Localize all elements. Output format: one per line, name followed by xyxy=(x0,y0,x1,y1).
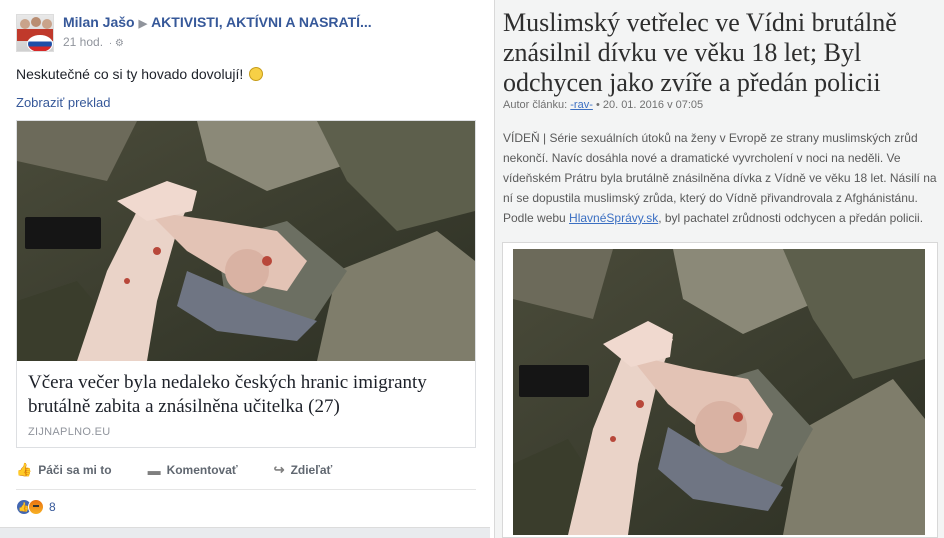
post-actions: 👍 Páči sa mi to ▬ Komentovať ↪ Zdieľať xyxy=(16,462,476,478)
link-domain: ZIJNAPLNO.EU xyxy=(28,426,111,438)
link-title[interactable]: Včera večer byla nedaleko českých hranic… xyxy=(28,371,464,419)
comment-label: Komentovať xyxy=(166,463,238,477)
censor-bar xyxy=(519,365,589,397)
post-title-line: Milan Jašo ▶ AKTIVISTI, AKTÍVNI A NASRATÍ.… xyxy=(63,14,372,30)
author-label: Autor článku: xyxy=(503,99,568,111)
post-time-line: 21 hod. · ⚙ xyxy=(63,35,372,49)
author-name[interactable]: Milan Jašo xyxy=(63,14,135,30)
divider xyxy=(16,489,476,490)
reactions-summary[interactable]: 👍 8 xyxy=(16,499,56,515)
post-timestamp[interactable]: 21 hod. xyxy=(63,35,103,49)
article-meta: Autor článku: -rav- • 20. 01. 2016 v 07:… xyxy=(503,99,703,111)
reactions-count: 8 xyxy=(49,500,56,514)
article-body: VÍDEŇ | Série sexuálních útoků na ženy v… xyxy=(503,128,939,228)
like-button[interactable]: 👍 Páči sa mi to xyxy=(16,462,112,478)
comment-icon: ▬ xyxy=(147,462,161,478)
censor-bar xyxy=(25,217,101,249)
angry-reaction-icon xyxy=(28,499,44,515)
like-label: Páči sa mi to xyxy=(38,463,112,477)
confused-emoji-icon xyxy=(249,67,264,81)
article-figure xyxy=(502,242,938,538)
share-label: Zdieľať xyxy=(290,463,333,477)
article-title: Muslimský vetřelec ve Vídni brutálně zná… xyxy=(503,8,897,97)
globe-icon: · ⚙ xyxy=(106,38,124,49)
author-link[interactable]: -rav- xyxy=(570,99,593,111)
post-meta: Milan Jašo ▶ AKTIVISTI, AKTÍVNI A NASRATÍ.… xyxy=(63,14,372,52)
post-message: Neskutečné co si ty hovado dovolují! xyxy=(16,66,244,82)
share-button[interactable]: ↪ Zdieľať xyxy=(274,462,333,478)
article-image xyxy=(513,249,925,535)
avatar[interactable] xyxy=(16,14,54,52)
news-article: Muslimský vetřelec ve Vídni brutálně zná… xyxy=(494,0,944,538)
publish-date: • 20. 01. 2016 v 07:05 xyxy=(595,99,704,111)
article-text-end: , byl pachatel zrůdnosti odchycen a před… xyxy=(658,211,924,225)
source-link[interactable]: HlavnéSprávy.sk xyxy=(569,211,658,225)
post-header: Milan Jašo ▶ AKTIVISTI, AKTÍVNI A NASRATÍ.… xyxy=(16,14,372,52)
share-icon: ↪ xyxy=(273,462,285,477)
facebook-post: Milan Jašo ▶ AKTIVISTI, AKTÍVNI A NASRATÍ.… xyxy=(0,0,490,538)
arrow-right-icon: ▶ xyxy=(138,18,148,30)
group-name[interactable]: AKTIVISTI, AKTÍVNI A NASRATÍ... xyxy=(151,14,372,30)
divider xyxy=(0,527,490,538)
see-translation-link[interactable]: Zobraziť preklad xyxy=(16,95,110,110)
link-preview-card[interactable]: Včera večer byla nedaleko českých hranic… xyxy=(16,120,476,448)
like-icon: 👍 xyxy=(16,462,33,477)
link-preview-image[interactable] xyxy=(17,121,475,361)
comment-button[interactable]: ▬ Komentovať xyxy=(148,462,238,478)
post-text: Neskutečné co si ty hovado dovolují! xyxy=(16,66,264,82)
